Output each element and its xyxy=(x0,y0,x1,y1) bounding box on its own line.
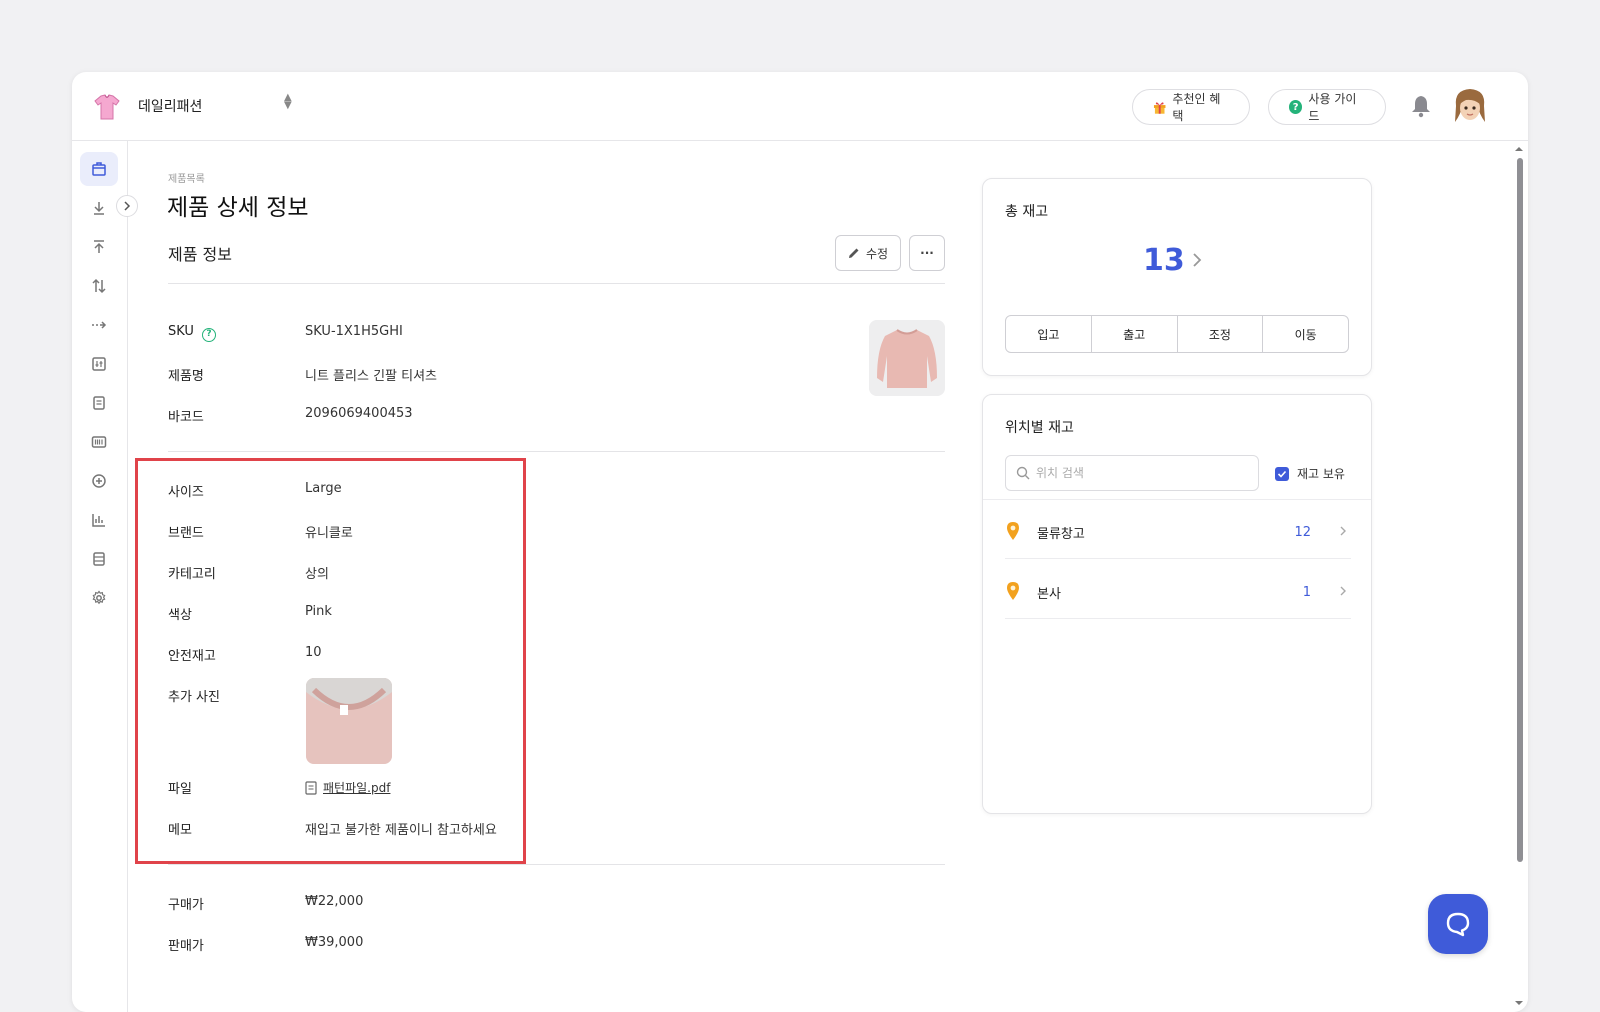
settings-icon xyxy=(92,590,106,605)
shop-name[interactable]: 데일리패션 xyxy=(138,96,202,116)
chat-support-button[interactable] xyxy=(1428,894,1488,954)
bar-chart-icon xyxy=(92,514,105,527)
shirt-logo-icon xyxy=(94,94,120,120)
top-bar: 데일리패션 ▲ ▼ 추천인 혜택 ? 사용 가이드 xyxy=(72,72,1528,141)
move-icon xyxy=(92,321,107,329)
sidebar-item-outbound[interactable] xyxy=(80,230,118,264)
scrollbar-thumb[interactable] xyxy=(1517,158,1523,862)
chevron-right-icon xyxy=(1340,586,1346,596)
location-count: 12 xyxy=(1294,525,1311,540)
divider xyxy=(168,451,945,452)
total-stock-value[interactable]: 13 xyxy=(1143,243,1185,278)
sidebar-item-reports[interactable] xyxy=(80,503,118,537)
product-name-value: 니트 플리스 긴팔 티셔츠 xyxy=(305,369,437,384)
location-search-input[interactable] xyxy=(1036,466,1236,480)
box-icon xyxy=(92,162,106,176)
sidebar-item-settings[interactable] xyxy=(80,581,118,615)
product-image[interactable] xyxy=(869,320,945,396)
more-icon: ··· xyxy=(920,246,934,260)
sku-label: SKU? xyxy=(168,324,216,342)
location-row[interactable]: 물류창고 12 xyxy=(1005,499,1351,559)
checkbox-checked-icon[interactable] xyxy=(1275,466,1289,481)
sale-price-label: 판매가 xyxy=(168,939,204,954)
move-button[interactable]: 이동 xyxy=(1263,316,1348,352)
sidebar-item-products[interactable] xyxy=(80,152,118,186)
guide-label: 사용 가이드 xyxy=(1308,92,1357,123)
search-icon xyxy=(1016,466,1030,480)
table-icon xyxy=(93,552,105,566)
product-name-label: 제품명 xyxy=(168,369,204,384)
chevron-right-icon xyxy=(124,201,131,211)
page-title: 제품 상세 정보 xyxy=(167,195,309,221)
edit-label: 수정 xyxy=(865,246,889,261)
sidebar-item-inbound[interactable] xyxy=(80,191,118,225)
gift-icon xyxy=(1153,102,1166,114)
sidebar-item-add[interactable] xyxy=(80,464,118,498)
sidebar-expand-button[interactable] xyxy=(116,195,138,217)
sidebar-item-table[interactable] xyxy=(80,542,118,576)
sidebar-item-move[interactable] xyxy=(80,308,118,342)
inbound-button[interactable]: 입고 xyxy=(1006,316,1092,352)
upload-icon xyxy=(94,240,104,253)
sidebar-item-adjust[interactable] xyxy=(80,269,118,303)
barcode-value: 2096069400453 xyxy=(305,406,413,421)
app-window: 데일리패션 ▲ ▼ 추천인 혜택 ? 사용 가이드 제품목록 제품 상세 정보 … xyxy=(72,72,1528,1012)
divider xyxy=(168,864,945,865)
pencil-icon xyxy=(848,248,859,258)
outbound-button[interactable]: 출고 xyxy=(1092,316,1178,352)
purchase-price-value: ₩22,000 xyxy=(305,894,364,909)
avatar[interactable] xyxy=(1452,86,1488,126)
guide-button[interactable]: ? 사용 가이드 xyxy=(1268,89,1386,125)
chat-bubble-icon xyxy=(1446,912,1470,937)
location-search[interactable] xyxy=(1005,455,1259,491)
sku-value: SKU-1X1H5GHI xyxy=(305,324,403,339)
scroll-down-icon[interactable] xyxy=(1512,998,1526,1008)
download-icon xyxy=(94,202,104,215)
location-stock-title: 위치별 재고 xyxy=(1005,420,1074,436)
stock-action-group: 입고 출고 조정 이동 xyxy=(1005,315,1349,353)
location-stock-card: 위치별 재고 재고 보유 물류창고 12 본사 1 xyxy=(982,394,1372,814)
total-stock-title: 총 재고 xyxy=(1005,204,1049,220)
document-icon xyxy=(93,396,105,410)
shop-switch-icon[interactable]: ▲ ▼ xyxy=(284,93,292,111)
barcode-label: 바코드 xyxy=(168,410,204,425)
sidebar-item-documents[interactable] xyxy=(80,386,118,420)
divider xyxy=(168,283,945,284)
edit-button[interactable]: 수정 xyxy=(835,235,901,271)
referral-label: 추천인 혜택 xyxy=(1172,92,1221,123)
total-stock-card: 총 재고 13 입고 출고 조정 이동 xyxy=(982,178,1372,376)
swap-icon xyxy=(92,278,106,294)
add-circle-icon xyxy=(92,474,106,488)
in-stock-filter-label: 재고 보유 xyxy=(1297,467,1345,481)
location-count: 1 xyxy=(1302,585,1311,600)
help-icon[interactable]: ? xyxy=(201,328,216,342)
scroll-up-icon[interactable] xyxy=(1512,144,1526,154)
chevron-right-icon[interactable] xyxy=(1191,251,1203,269)
breadcrumb[interactable]: 제품목록 xyxy=(168,170,205,185)
help-circle-icon: ? xyxy=(1289,100,1303,114)
location-pin-icon xyxy=(1007,522,1019,540)
highlight-box xyxy=(135,458,526,864)
location-name: 물류창고 xyxy=(1037,527,1085,542)
more-button[interactable]: ··· xyxy=(909,235,945,271)
scrollbar[interactable] xyxy=(1512,144,1526,1012)
chevron-right-icon xyxy=(1340,526,1346,536)
bell-icon[interactable] xyxy=(1410,94,1432,118)
sweater-image xyxy=(869,320,945,396)
location-pin-icon xyxy=(1007,582,1019,600)
sale-price-value: ₩39,000 xyxy=(305,935,364,950)
section-title: 제품 정보 xyxy=(168,245,232,264)
sidebar xyxy=(72,141,128,1012)
adjust-button[interactable]: 조정 xyxy=(1178,316,1264,352)
adjust-icon xyxy=(92,357,106,371)
referral-button[interactable]: 추천인 혜택 xyxy=(1132,89,1250,125)
location-name: 본사 xyxy=(1037,587,1061,602)
sidebar-item-stock[interactable] xyxy=(80,347,118,381)
location-row[interactable]: 본사 1 xyxy=(1005,559,1351,619)
in-stock-filter[interactable]: 재고 보유 xyxy=(1275,465,1345,482)
barcode-icon xyxy=(91,436,107,448)
purchase-price-label: 구매가 xyxy=(168,898,204,913)
sidebar-item-barcode[interactable] xyxy=(80,425,118,459)
